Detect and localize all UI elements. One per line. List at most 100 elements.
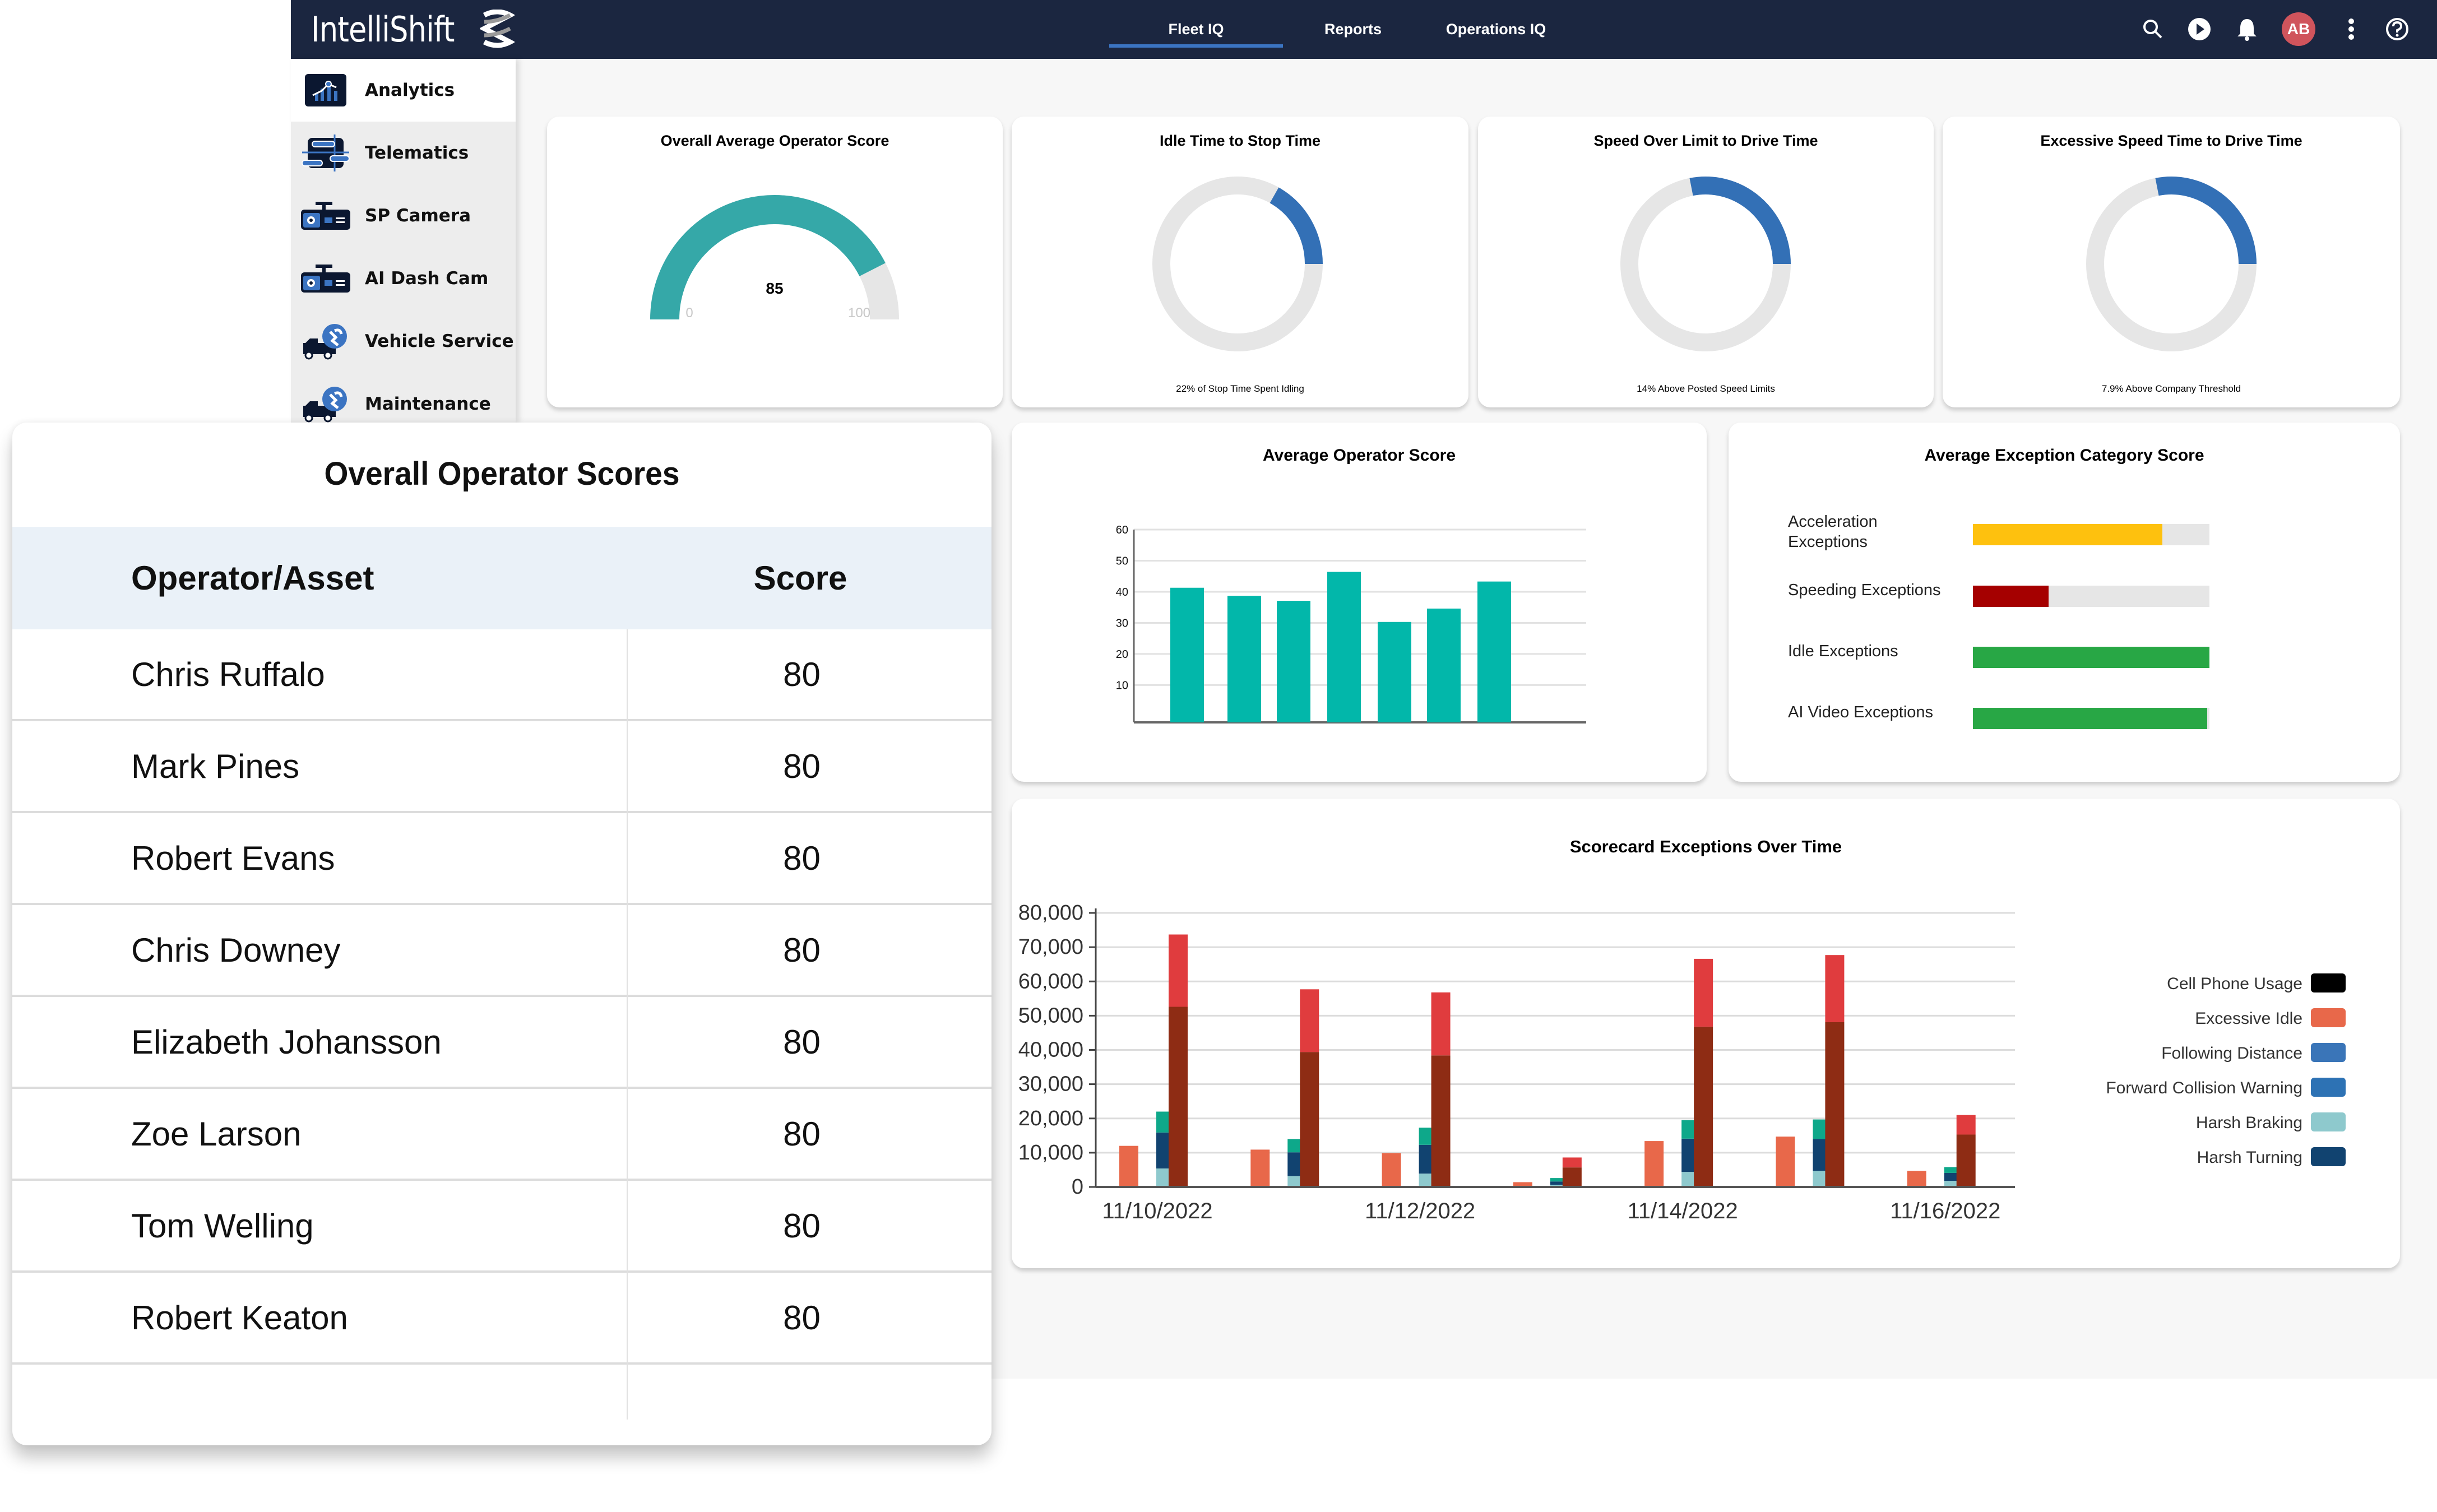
legend-swatch[interactable]	[2311, 1008, 2346, 1027]
top-navigation-bar: IntelliShift Fleet IQ Reports Operations…	[291, 0, 2437, 59]
stacked-bar-segment[interactable]	[1431, 992, 1451, 1056]
stacked-bar-segment[interactable]	[1956, 1134, 1976, 1187]
gauge-min-label: 0	[685, 305, 693, 321]
idle-time-card: Idle Time to Stop Time 22% of Stop Time …	[1012, 117, 1468, 407]
column-header-operator[interactable]: Operator/Asset	[131, 527, 374, 629]
exception-category-title: Average Exception Category Score	[1924, 446, 2204, 465]
column-header-score[interactable]: Score	[627, 527, 974, 629]
table-row[interactable]: Elizabeth Johansson 80	[12, 997, 992, 1089]
sidebar-item-label: AI Dash Cam	[365, 268, 489, 289]
stacked-bar-segment[interactable]	[1169, 1007, 1188, 1187]
scorecard-exceptions-card: Scorecard Exceptions Over Time 0 10,000 20…	[1012, 799, 2400, 1268]
play-icon[interactable]	[2183, 12, 2216, 46]
bar[interactable]	[1378, 622, 1411, 722]
y-tick-label: 40,000	[1018, 1038, 1083, 1062]
stacked-bar-segment[interactable]	[1825, 1022, 1845, 1187]
stacked-bar-segment[interactable]	[1169, 934, 1188, 1007]
search-icon[interactable]	[2136, 12, 2170, 46]
table-row[interactable]: Robert Evans 80	[12, 813, 992, 905]
legend-label: Forward Collision Warning	[2106, 1079, 2302, 1097]
stacked-bar-segment[interactable]	[1431, 1055, 1451, 1187]
bar[interactable]	[1477, 581, 1511, 722]
y-tick-label: 50,000	[1018, 1004, 1083, 1027]
stacked-bar-segment[interactable]	[1300, 1052, 1319, 1187]
donut-caption: 22% of Stop Time Spent Idling	[1176, 383, 1304, 394]
average-operator-score-card: Average Operator Score 10 20 30 40 50 60	[1012, 423, 1707, 782]
exception-category-track	[1973, 524, 2209, 545]
excessive-speed-donut	[2086, 177, 2257, 351]
overall-operator-scores-table: Overall Operator Scores Operator/Asset S…	[12, 423, 992, 1445]
stacked-bar-segment[interactable]	[1825, 955, 1845, 1022]
exception-category-label: Idle Exceptions	[1788, 642, 1898, 660]
stacked-bar-segment[interactable]	[1694, 1026, 1713, 1187]
table-row[interactable]	[12, 1365, 992, 1457]
legend-label: Harsh Braking	[2196, 1114, 2302, 1132]
column-divider	[627, 629, 628, 1420]
exception-category-track	[1973, 586, 2209, 607]
bar[interactable]	[1327, 572, 1361, 722]
gauge-chart: 85 0 100	[650, 195, 899, 321]
stacked-bar-segment[interactable]	[1119, 1145, 1138, 1187]
legend-swatch[interactable]	[2311, 1147, 2346, 1166]
avatar[interactable]: AB	[2282, 12, 2315, 46]
y-tick-label: 60	[1116, 524, 1128, 536]
speed-over-limit-donut	[1620, 177, 1791, 351]
stacked-bar-segment[interactable]	[1644, 1141, 1664, 1187]
table-row[interactable]: Chris Downey 80	[12, 905, 992, 997]
tab-reports[interactable]: Reports	[1305, 0, 1401, 59]
sidebar-item-telematics[interactable]: Telematics	[291, 122, 516, 184]
intellishift-logo[interactable]: IntelliShift	[311, 8, 515, 50]
bar[interactable]	[1277, 601, 1310, 722]
stacked-bar-segment[interactable]	[1250, 1149, 1270, 1187]
legend-swatch[interactable]	[2311, 1078, 2346, 1097]
logo-mark-icon	[479, 10, 515, 48]
table-row[interactable]: Tom Welling 80	[12, 1181, 992, 1273]
stacked-bar-segment[interactable]	[1956, 1115, 1976, 1135]
gauge-fill	[650, 195, 886, 320]
operator-name-cell: Chris Ruffalo	[131, 655, 325, 693]
stacked-bar-segment[interactable]	[1300, 989, 1319, 1052]
score-cell: 80	[783, 839, 821, 877]
more-vert-icon[interactable]	[2334, 12, 2368, 46]
legend-label: Following Distance	[2161, 1044, 2302, 1063]
legend-swatch[interactable]	[2311, 1043, 2346, 1062]
analytics-icon	[300, 71, 351, 110]
gauge-max-label: 100	[848, 305, 870, 321]
legend-swatch[interactable]	[2311, 973, 2346, 992]
exception-category-fill	[1973, 647, 2209, 668]
table-title: Overall Operator Scores	[324, 456, 680, 492]
table-row[interactable]: Mark Pines 80	[12, 721, 992, 813]
y-tick-label: 40	[1116, 586, 1128, 599]
bar[interactable]	[1170, 587, 1204, 722]
help-icon[interactable]	[2380, 12, 2414, 46]
tab-operations-iq[interactable]: Operations IQ	[1434, 0, 1558, 59]
sidebar-item-ai-dash-cam[interactable]: AI Dash Cam	[291, 247, 516, 310]
score-cell: 80	[783, 1207, 821, 1245]
tab-fleet-iq[interactable]: Fleet IQ	[1109, 0, 1283, 59]
stacked-bar-segment[interactable]	[1562, 1167, 1582, 1187]
gauge-value: 85	[766, 280, 783, 297]
bell-icon[interactable]	[2230, 12, 2264, 46]
x-tick-label: 11/10/2022	[1102, 1199, 1212, 1223]
table-row[interactable]: Chris Ruffalo 80	[12, 629, 992, 721]
legend-swatch[interactable]	[2311, 1112, 2346, 1131]
average-operator-score-chart: 10 20 30 40 50 60	[1116, 524, 1586, 723]
sidebar-item-sp-camera[interactable]: SP Camera	[291, 184, 516, 247]
bar[interactable]	[1427, 608, 1461, 722]
stacked-bar-segment[interactable]	[1382, 1153, 1401, 1187]
table-row[interactable]: Robert Keaton 80	[12, 1273, 992, 1365]
table-row[interactable]: Zoe Larson 80	[12, 1089, 992, 1181]
y-tick-label: 70,000	[1018, 935, 1083, 959]
y-tick-label: 10	[1116, 679, 1128, 692]
sidebar-item-analytics[interactable]: Analytics	[291, 59, 516, 122]
bar[interactable]	[1227, 596, 1261, 722]
exception-category-label: Acceleration Exceptions	[1788, 513, 1878, 551]
score-cell: 80	[783, 747, 821, 785]
score-cell: 80	[783, 1298, 821, 1337]
sidebar-item-vehicle-service[interactable]: Vehicle Service	[291, 310, 516, 373]
stacked-bar-segment[interactable]	[1907, 1171, 1926, 1187]
stacked-bar-segment[interactable]	[1562, 1157, 1582, 1168]
stacked-bar-segment[interactable]	[1776, 1137, 1795, 1187]
score-cell	[627, 1365, 977, 1454]
stacked-bar-segment[interactable]	[1694, 958, 1713, 1027]
